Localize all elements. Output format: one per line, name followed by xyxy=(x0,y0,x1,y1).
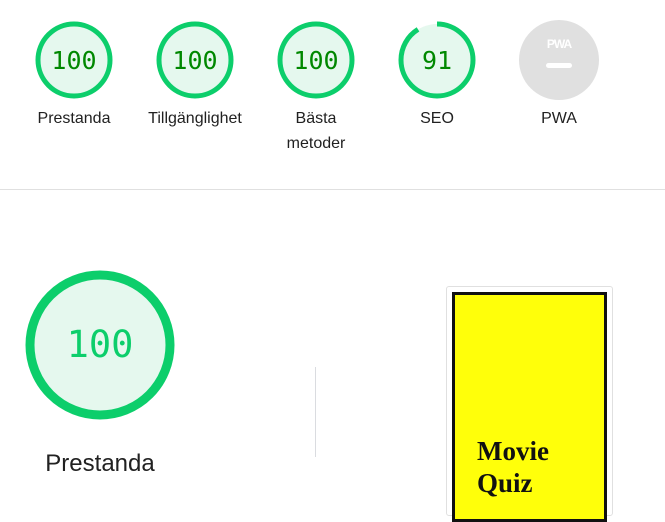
vertical-separator xyxy=(315,367,316,457)
gauge-label: PWA xyxy=(541,110,577,127)
gauge-score: 91 xyxy=(422,46,452,75)
gauge-ring-icon: 100 xyxy=(156,21,234,99)
gauge-score: 100 xyxy=(293,46,338,75)
screenshot-page: Movie Quiz xyxy=(452,292,607,522)
gauge-label: Tillgänglighet xyxy=(148,110,242,127)
gauge-ring-icon: 100 xyxy=(277,21,355,99)
final-screenshot[interactable]: Movie Quiz xyxy=(446,286,613,522)
gauge-seo[interactable]: 91 SEO xyxy=(382,20,492,131)
category-gauge: 100 xyxy=(25,270,175,425)
pwa-icon: PWA xyxy=(519,20,599,100)
gauge-label: Bästa metoder xyxy=(286,110,346,152)
gauge-label: Prestanda xyxy=(37,110,111,127)
gauge-score: 100 xyxy=(172,46,217,75)
category-score: 100 xyxy=(67,323,134,366)
gauge-ring-icon: 100 xyxy=(35,21,113,99)
gauge-score: 100 xyxy=(51,46,96,75)
gauge-ring-icon: 91 xyxy=(398,21,476,99)
gauge-accessibility[interactable]: 100 Tillgänglighet xyxy=(140,20,250,131)
gauge-performance[interactable]: 100 Prestanda xyxy=(19,20,129,131)
screenshot-title: Movie Quiz xyxy=(477,436,549,498)
score-gauges: 100 Prestanda 100 Tillgänglighet 100 Bäs… xyxy=(0,0,665,189)
gauge-label: SEO xyxy=(420,110,454,127)
gauge-best-practices[interactable]: 100 Bästa metoder xyxy=(261,20,371,156)
gauge-background xyxy=(519,20,599,100)
gauge-ring-icon: 100 xyxy=(25,270,175,420)
dash-icon xyxy=(546,63,572,68)
gauge-pwa[interactable]: PWA PWA xyxy=(504,20,614,131)
section-divider xyxy=(0,189,665,190)
pwa-badge-text: PWA xyxy=(547,37,573,51)
category-title: Prestanda xyxy=(45,450,155,477)
